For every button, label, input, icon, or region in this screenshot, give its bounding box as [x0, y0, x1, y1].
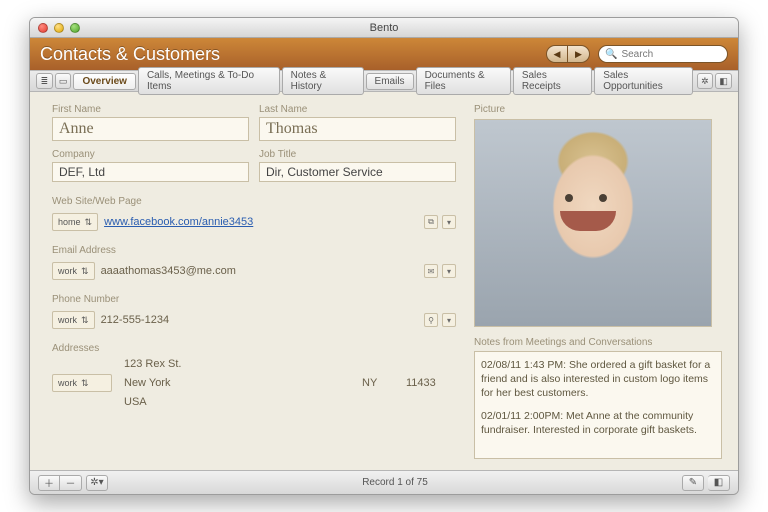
address-city: New York: [124, 377, 350, 389]
remove-record-button[interactable]: －: [60, 475, 82, 491]
table-view-button[interactable]: ≣: [36, 73, 53, 89]
action-menu-button[interactable]: ✲▾: [86, 475, 108, 491]
last-name-label: Last Name: [259, 104, 456, 115]
chevron-updown-icon: ⇅: [81, 315, 89, 326]
record-status: Record 1 of 75: [112, 477, 678, 488]
address-tag-select[interactable]: work⇅: [52, 374, 112, 392]
address-zip: 11433: [406, 377, 456, 389]
search-icon: 🔍: [605, 49, 617, 60]
close-icon[interactable]: [38, 23, 48, 33]
addresses-label: Addresses: [52, 343, 456, 354]
add-record-button[interactable]: ＋: [38, 475, 60, 491]
website-label: Web Site/Web Page: [52, 196, 456, 207]
email-label: Email Address: [52, 245, 456, 256]
website-tag-select[interactable]: home⇅: [52, 213, 98, 231]
open-url-icon[interactable]: ⧉: [424, 215, 438, 229]
phone-value[interactable]: 212-555-1234: [101, 314, 170, 326]
phone-label: Phone Number: [52, 294, 456, 305]
chevron-updown-icon: ⇅: [85, 217, 93, 228]
dropdown-icon[interactable]: ▾: [442, 264, 456, 278]
form-view-button[interactable]: ▭: [55, 73, 72, 89]
address-street: 123 Rex St.: [124, 358, 350, 370]
prev-record-button[interactable]: ◀: [546, 45, 568, 63]
layout-icon[interactable]: ◧: [715, 73, 732, 89]
dropdown-icon[interactable]: ▾: [442, 215, 456, 229]
tab-opportunities[interactable]: Sales Opportunities: [594, 67, 692, 95]
first-name-field[interactable]: Anne: [52, 117, 249, 141]
search-placeholder: Search: [621, 49, 653, 60]
phone-tag-select[interactable]: work⇅: [52, 311, 95, 329]
large-type-icon[interactable]: ⚲: [424, 313, 438, 327]
dropdown-icon[interactable]: ▾: [442, 313, 456, 327]
job-title-label: Job Title: [259, 149, 456, 160]
record-nav: ◀ ▶: [546, 45, 590, 63]
email-tag-select[interactable]: work⇅: [52, 262, 95, 280]
company-label: Company: [52, 149, 249, 160]
contact-photo[interactable]: [474, 119, 712, 327]
edit-layout-button[interactable]: ✎: [682, 475, 704, 491]
first-name-label: First Name: [52, 104, 249, 115]
tab-receipts[interactable]: Sales Receipts: [513, 67, 592, 95]
job-title-field[interactable]: Dir, Customer Service: [259, 162, 456, 182]
chevron-updown-icon: ⇅: [81, 266, 89, 277]
note-entry: 02/08/11 1:43 PM: She ordered a gift bas…: [481, 358, 715, 401]
notes-label: Notes from Meetings and Conversations: [474, 337, 722, 348]
footer-bar: ＋ － ✲▾ Record 1 of 75 ✎ ◧: [30, 470, 738, 494]
tab-calls[interactable]: Calls, Meetings & To-Do Items: [138, 67, 280, 95]
form-content: First Name Anne Last Name Thomas Company…: [30, 92, 738, 470]
next-record-button[interactable]: ▶: [568, 45, 590, 63]
picture-label: Picture: [474, 104, 722, 115]
website-link[interactable]: www.facebook.com/annie3453: [104, 216, 253, 228]
window-title: Bento: [30, 22, 738, 34]
search-field[interactable]: 🔍 Search: [598, 45, 728, 63]
zoom-icon[interactable]: [70, 23, 80, 33]
tab-notes-history[interactable]: Notes & History: [282, 67, 364, 95]
address-block[interactable]: 123 Rex St. work⇅ New York NY 11433 USA: [52, 358, 456, 408]
notes-field[interactable]: 02/08/11 1:43 PM: She ordered a gift bas…: [474, 351, 722, 459]
address-country: USA: [124, 396, 350, 408]
compose-email-icon[interactable]: ✉: [424, 264, 438, 278]
window-controls: [38, 23, 80, 33]
tab-overview[interactable]: Overview: [73, 73, 135, 90]
note-entry: 02/01/11 2:00PM: Met Anne at the communi…: [481, 409, 715, 437]
library-title: Contacts & Customers: [40, 44, 538, 65]
address-state: NY: [362, 377, 394, 389]
tab-emails[interactable]: Emails: [366, 73, 414, 90]
toggle-pane-button[interactable]: ◧: [708, 475, 730, 491]
gear-icon[interactable]: ✲: [697, 73, 714, 89]
minimize-icon[interactable]: [54, 23, 64, 33]
email-value[interactable]: aaaathomas3453@me.com: [101, 265, 236, 277]
last-name-field[interactable]: Thomas: [259, 117, 456, 141]
library-header: Contacts & Customers ◀ ▶ 🔍 Search: [30, 38, 738, 70]
tab-documents[interactable]: Documents & Files: [416, 67, 511, 95]
titlebar: Bento: [30, 18, 738, 38]
form-tabbar: ≣ ▭ Overview Calls, Meetings & To-Do Ite…: [30, 70, 738, 92]
app-window: Bento Contacts & Customers ◀ ▶ 🔍 Search …: [29, 17, 739, 495]
chevron-updown-icon: ⇅: [81, 378, 89, 389]
company-field[interactable]: DEF, Ltd: [52, 162, 249, 182]
